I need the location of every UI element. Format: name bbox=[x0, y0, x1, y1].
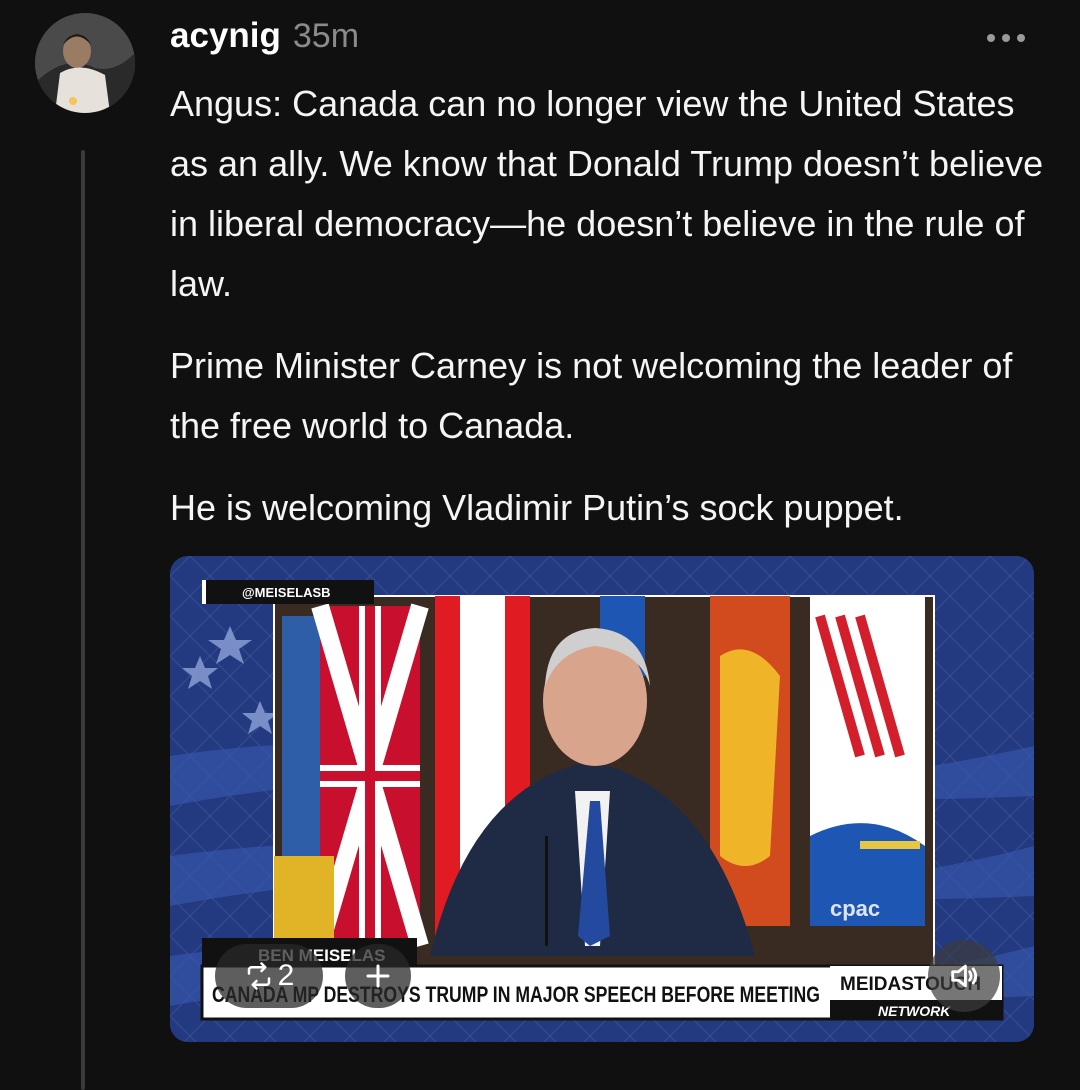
repost-icon bbox=[247, 962, 270, 990]
timestamp: 35m bbox=[292, 17, 360, 55]
post-paragraph-3: He is welcoming Vladimir Putin’s sock pu… bbox=[170, 487, 904, 528]
post-header: acynig 35m bbox=[170, 16, 1050, 64]
avatar-image bbox=[35, 13, 135, 113]
more-dot bbox=[987, 34, 995, 42]
more-dot bbox=[1017, 34, 1025, 42]
repost-button[interactable]: 2 bbox=[215, 944, 323, 1008]
watermark: cpac bbox=[830, 896, 880, 921]
thread-line bbox=[81, 150, 85, 1090]
add-icon bbox=[366, 964, 390, 988]
brand-bottom: NETWORK bbox=[878, 1003, 951, 1019]
post-paragraph-2: Prime Minister Carney is not welcoming t… bbox=[170, 345, 1013, 446]
more-icon[interactable] bbox=[987, 28, 1035, 48]
sound-button[interactable] bbox=[928, 940, 1000, 1012]
repost-count: 2 bbox=[277, 959, 295, 992]
add-button[interactable] bbox=[345, 944, 411, 1008]
post-paragraph-1: Angus: Canada can no longer view the Uni… bbox=[170, 83, 1044, 304]
avatar[interactable] bbox=[35, 13, 135, 113]
handle-tag: @MEISELASB bbox=[242, 585, 331, 600]
post: acynig 35m Angus: Canada can no longer v… bbox=[170, 16, 1050, 560]
sound-icon bbox=[951, 964, 978, 988]
username[interactable]: acynig bbox=[170, 16, 281, 56]
more-dot bbox=[1002, 34, 1010, 42]
video-controls: 2 bbox=[215, 944, 411, 1008]
